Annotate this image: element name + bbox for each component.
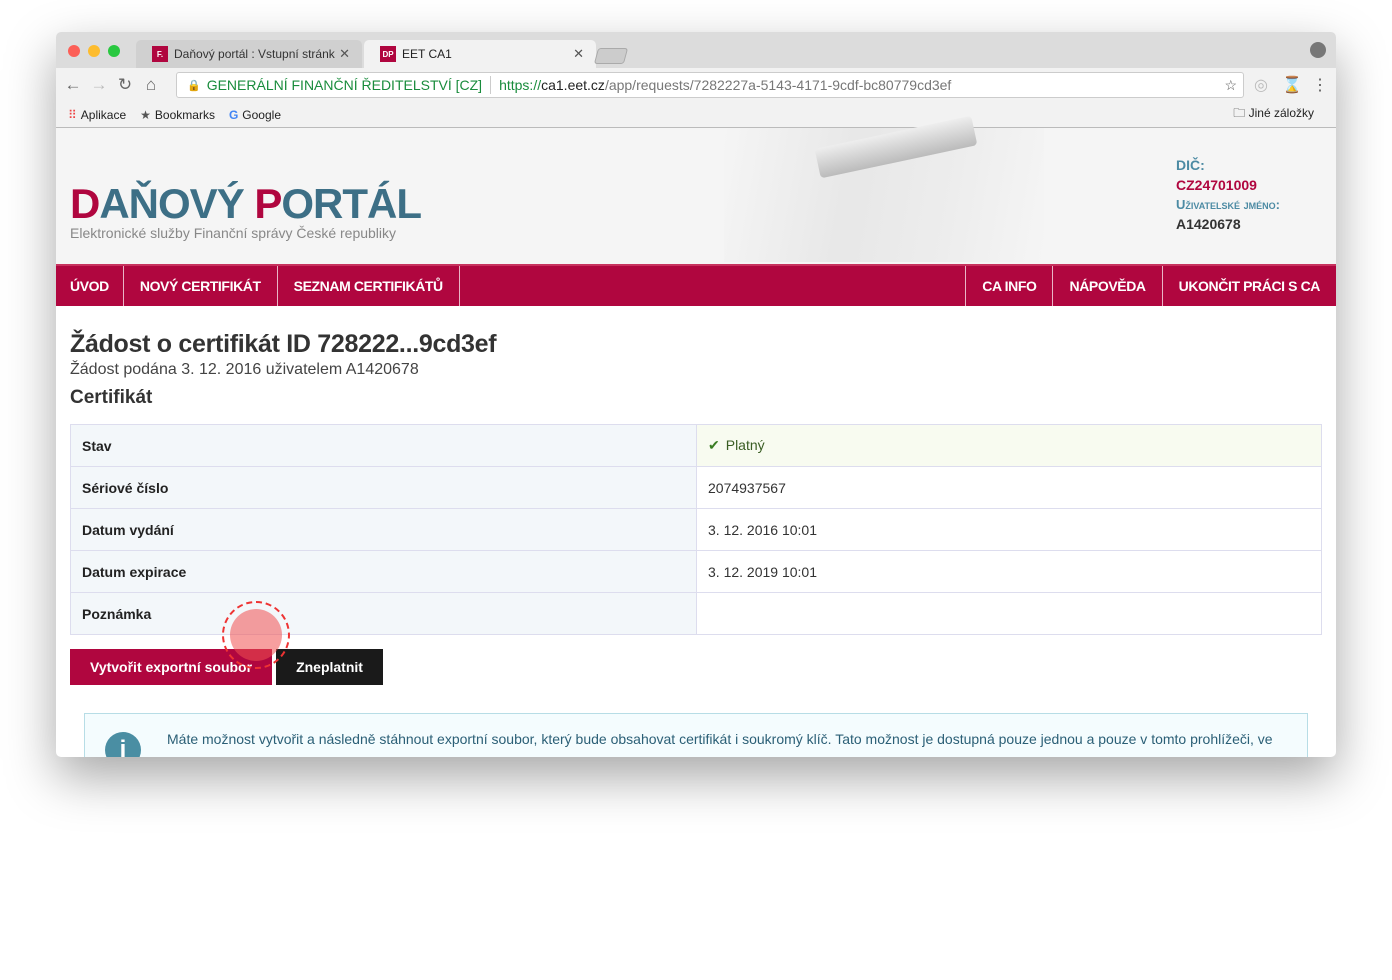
extension-icon[interactable]: ◎	[1254, 75, 1268, 95]
url-scheme: https://	[499, 77, 542, 93]
site-subtitle: Elektronické služby Finanční správy Česk…	[70, 225, 397, 241]
tab-danovy-portal[interactable]: F. Daňový portál : Vstupní stránk ✕	[136, 40, 362, 68]
username-label: Uživatelské jméno:	[1176, 197, 1281, 212]
home-icon[interactable]: ⌂	[138, 75, 164, 95]
lock-icon: 🔒	[187, 79, 201, 92]
close-window-button[interactable]	[68, 45, 80, 57]
back-icon[interactable]: ←	[60, 75, 86, 95]
site-logo[interactable]: DAŇOVÝ PORTÁL	[70, 180, 422, 228]
nav-ca-info[interactable]: CA INFO	[966, 266, 1054, 306]
page-title: Žádost o certifikát ID 728222...9cd3ef	[70, 330, 497, 358]
username-value: A1420678	[1176, 215, 1241, 232]
star-icon[interactable]: ☆	[1224, 77, 1237, 94]
section-title: Certifikát	[70, 387, 153, 408]
maximize-window-button[interactable]	[108, 45, 120, 57]
security-label: GENERÁLNÍ FINANČNÍ ŘEDITELSTVÍ [CZ]	[206, 77, 483, 93]
table-row: Datum expirace 3. 12. 2019 10:01	[70, 550, 1322, 593]
row-value: 2074937567	[696, 466, 1322, 509]
info-alert: i Máte možnost vytvořit a následně stáhn…	[84, 713, 1308, 757]
row-label: Datum expirace	[70, 550, 697, 593]
reload-icon[interactable]: ↻	[112, 75, 138, 95]
user-info: DIČ: CZ24701009 Uživatelské jméno: A1420…	[1176, 156, 1280, 234]
star-icon: ★	[140, 107, 151, 122]
click-indicator	[222, 601, 290, 669]
bookmark-google[interactable]: Google	[242, 108, 281, 122]
row-label: Datum vydání	[70, 508, 697, 551]
tab-eet-ca1[interactable]: DP EET CA1 ✕	[364, 40, 596, 68]
close-tab-icon[interactable]: ✕	[573, 46, 584, 62]
row-value: 3. 12. 2019 10:01	[696, 550, 1322, 593]
nav-seznam-certifikatu[interactable]: SEZNAM CERTIFIKÁTŮ	[278, 266, 460, 306]
table-row: Datum vydání 3. 12. 2016 10:01	[70, 508, 1322, 551]
profile-icon[interactable]	[1310, 42, 1326, 58]
close-tab-icon[interactable]: ✕	[339, 46, 350, 62]
extension-icon[interactable]: ⌛	[1282, 75, 1302, 95]
title-bar: F. Daňový portál : Vstupní stránk ✕ DP EET …	[56, 32, 1336, 68]
bookmarks-bar: ⠿ Aplikace ★ Bookmarks G Google 🗀 Jiné zálo…	[56, 102, 1336, 128]
check-icon: ✔	[708, 437, 720, 453]
google-icon: G	[228, 107, 239, 122]
bookmark-bookmarks[interactable]: Bookmarks	[155, 108, 215, 122]
tab-label: Daňový portál : Vstupní stránk	[174, 47, 335, 61]
revoke-button[interactable]: Zneplatnit	[276, 649, 383, 685]
table-row: Sériové číslo 2074937567	[70, 466, 1322, 509]
url-path: /app/requests/7282227a-5143-4171-9cdf-bc…	[604, 77, 952, 93]
menu-icon[interactable]: ⋮	[1312, 75, 1328, 95]
row-label: Sériové číslo	[70, 466, 697, 509]
tab-favicon: F.	[152, 46, 168, 62]
bookmark-apps[interactable]: Aplikace	[81, 108, 126, 122]
apps-icon: ⠿	[68, 107, 77, 122]
other-bookmarks-label: Jiné záložky	[1248, 106, 1314, 120]
forward-icon[interactable]: →	[86, 75, 112, 95]
browser-window: F. Daňový portál : Vstupní stránk ✕ DP EET …	[56, 32, 1336, 757]
browser-toolbar: ← → ↻ ⌂ 🔒 GENERÁLNÍ FINANČNÍ ŘEDITELSTVÍ…	[56, 68, 1336, 102]
tab-favicon: DP	[380, 46, 396, 62]
main-nav: ÚVOD NOVÝ CERTIFIKÁT SEZNAM CERTIFIKÁTŮ …	[56, 264, 1336, 306]
info-icon: i	[105, 732, 141, 757]
row-value: ✔ Platný	[696, 424, 1322, 467]
table-row: Stav ✔ Platný	[70, 424, 1322, 467]
url-host: ca1.eet.cz	[541, 77, 605, 93]
alert-text: Máte možnost vytvořit a následně stáhnou…	[167, 731, 1273, 747]
row-value: 3. 12. 2016 10:01	[696, 508, 1322, 551]
new-tab-button[interactable]	[593, 48, 629, 64]
request-meta: Žádost podána 3. 12. 2016 uživatelem A14…	[70, 361, 419, 378]
nav-napoveda[interactable]: NÁPOVĚDA	[1053, 266, 1163, 306]
nav-uvod[interactable]: ÚVOD	[56, 266, 124, 306]
row-label: Poznámka	[70, 592, 697, 635]
site-header: DAŇOVÝ PORTÁL Elektronické služby Finanč…	[56, 115, 1336, 264]
dic-value: CZ24701009	[1176, 176, 1257, 193]
nav-novy-certifikat[interactable]: NOVÝ CERTIFIKÁT	[124, 266, 278, 306]
address-bar[interactable]: 🔒 GENERÁLNÍ FINANČNÍ ŘEDITELSTVÍ [CZ] ht…	[176, 72, 1244, 98]
dic-label: DIČ:	[1176, 157, 1205, 173]
nav-logout[interactable]: UKONČIT PRÁCI S CA	[1163, 266, 1336, 306]
row-value	[696, 592, 1322, 635]
main-content: Žádost o certifikát ID 728222...9cd3ef Ž…	[56, 330, 1336, 757]
minimize-window-button[interactable]	[88, 45, 100, 57]
status-value: Platný	[725, 437, 765, 453]
other-bookmarks[interactable]: 🗀 Jiné záložky	[1233, 104, 1328, 125]
row-label: Stav	[70, 424, 697, 467]
tab-label: EET CA1	[402, 47, 452, 61]
